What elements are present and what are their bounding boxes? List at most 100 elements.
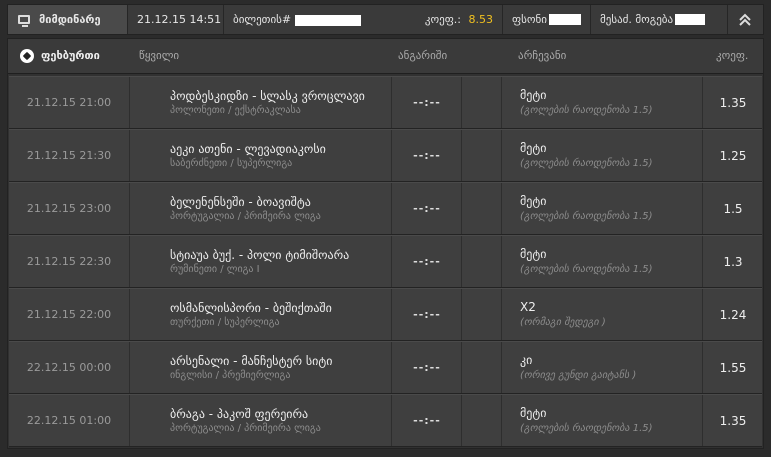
current-tab-label: მიმდინარე (39, 13, 101, 26)
table-row: 22.12.15 01:00 ბრაგა - პაკოშ ფერეირა პორ… (9, 394, 762, 447)
event-league: პორტუგალია / პრიმეირა ლიგა (170, 422, 321, 434)
row-datetime: 22.12.15 01:00 (26, 414, 112, 427)
selection-name: მეტი (520, 247, 547, 261)
selection-detail: (გოლების რაოდენობა 1.5) (520, 105, 653, 116)
row-datetime: 21.12.15 23:00 (26, 202, 112, 215)
table-row: 21.12.15 22:00 ოსმანლისპორი - ბეშიქთაში … (9, 288, 762, 341)
row-odds: 1.55 (702, 342, 763, 393)
row-event: ბელენენსეში - ბოავიშტა პორტუგალია / პრიმ… (129, 183, 392, 234)
row-odds: 1.24 (702, 289, 763, 340)
event-league: თურქეთი / სუპერლიგა (170, 316, 280, 328)
selection-column-header: არჩევანი (518, 49, 567, 62)
row-datetime: 21.12.15 21:00 (26, 96, 112, 109)
ticket-summary-bar: მიმდინარე 21.12.15 14:51 ბილეთის# კოეფ.:… (7, 4, 764, 35)
row-odds: 1.5 (702, 183, 763, 234)
row-event: სტიაუა ბუქ. - პოლი ტიმიშოარა რუმინეთი / … (129, 236, 392, 287)
ticket-date: 21.12.15 14:51 (128, 5, 224, 34)
row-selection: მეტი (გოლების რაოდენობა 1.5) (501, 77, 703, 128)
double-chevron-up-icon (738, 13, 751, 26)
selection-name: კი (520, 353, 533, 367)
event-name: ბელენენსეში - ბოავიშტა (170, 194, 311, 209)
selection-detail: (გოლების რაოდენობა 1.5) (520, 158, 653, 169)
soccer-ball-icon (20, 49, 34, 63)
row-score: --:-- (391, 77, 462, 128)
row-spacer (461, 236, 502, 287)
event-league: პოლონეთი / ექსტრაკლასა (170, 104, 301, 116)
row-selection: მეტი (გოლების რაოდენობა 1.5) (501, 183, 703, 234)
redacted-stake (548, 14, 581, 25)
table-row: 21.12.15 23:00 ბელენენსეში - ბოავიშტა პო… (9, 182, 762, 235)
selection-name: მეტი (520, 141, 547, 155)
row-score: --:-- (391, 183, 462, 234)
total-coef-value: 8.53 (468, 13, 494, 26)
row-event: ბრაგა - პაკოშ ფერეირა პორტუგალია / პრიმე… (129, 395, 392, 446)
event-league: საბერძნეთი / სუპერლიგა (170, 157, 293, 169)
event-name: სტიაუა ბუქ. - პოლი ტიმიშოარა (170, 247, 350, 262)
table-row: 22.12.15 00:00 არსენალი - მანჩესტერ სიტი… (9, 341, 762, 394)
selection-name: მეტი (520, 194, 547, 208)
row-spacer (461, 130, 502, 181)
event-name: აეკი ათენი - ლევადიაკოსი (170, 141, 326, 156)
ticket-info: ბილეთის# კოეფ.: 8.53 (224, 5, 503, 34)
current-tab[interactable]: მიმდინარე (8, 5, 128, 34)
row-odds: 1.35 (702, 77, 763, 128)
table-row: 21.12.15 21:00 პოდბესკიდზი - სლასკ ვროცლ… (9, 76, 762, 129)
row-spacer (461, 289, 502, 340)
selection-detail: (გოლების რაოდენობა 1.5) (520, 264, 653, 275)
row-score: --:-- (391, 289, 462, 340)
row-score: --:-- (391, 395, 462, 446)
row-datetime: 22.12.15 00:00 (26, 361, 112, 374)
selection-detail: (გოლების რაოდენობა 1.5) (520, 423, 653, 434)
row-odds: 1.3 (702, 236, 763, 287)
row-selection: მეტი (გოლების რაოდენობა 1.5) (501, 395, 703, 446)
selection-detail: (ორივე გუნდი გაიტანს ) (520, 370, 637, 381)
row-selection: X2 (ორმაგი შედეგი ) (501, 289, 703, 340)
selection-detail: (გოლების რაოდენობა 1.5) (520, 211, 653, 222)
odds-column-header: კოეფ. (716, 49, 749, 62)
row-spacer (461, 342, 502, 393)
sport-header: ფეხბურთი (20, 39, 100, 73)
event-league: რუმინეთი / ლიგა I (170, 263, 260, 275)
row-event: არსენალი - მანჩესტერ სიტი ინგლისი / პრემ… (129, 342, 392, 393)
row-selection: კი (ორივე გუნდი გაიტანს ) (501, 342, 703, 393)
row-spacer (461, 183, 502, 234)
row-selection: მეტი (გოლების რაოდენობა 1.5) (501, 236, 703, 287)
event-name: არსენალი - მანჩესტერ სიტი (170, 353, 333, 368)
selection-name: X2 (520, 300, 536, 314)
row-score: --:-- (391, 130, 462, 181)
row-selection: მეტი (გოლების რაოდენობა 1.5) (501, 130, 703, 181)
selection-name: მეტი (520, 88, 547, 102)
row-odds: 1.25 (702, 130, 763, 181)
event-name: ოსმანლისპორი - ბეშიქთაში (170, 300, 332, 315)
redacted-ticket-number (294, 14, 361, 26)
event-name: ბრაგა - პაკოშ ფერეირა (170, 406, 309, 421)
row-score: --:-- (391, 342, 462, 393)
events-table: ფეხბურთი წყვილი ანგარიში არჩევანი კოეფ. … (7, 38, 764, 449)
possible-winnings-info: მესაძ. მოგება (591, 5, 728, 34)
score-column-header: ანგარიში (398, 49, 448, 62)
table-row: 21.12.15 21:30 აეკი ათენი - ლევადიაკოსი … (9, 129, 762, 182)
bet-ticket-app: მიმდინარე 21.12.15 14:51 ბილეთის# კოეფ.:… (0, 0, 771, 457)
winnings-label: მესაძ. მოგება (600, 13, 674, 26)
row-score: --:-- (391, 236, 462, 287)
row-event: აეკი ათენი - ლევადიაკოსი საბერძნეთი / სუ… (129, 130, 392, 181)
coef-label: კოეფ.: (424, 13, 461, 26)
ticket-number-label: ბილეთის# (233, 13, 292, 26)
sport-label: ფეხბურთი (41, 49, 100, 62)
row-event: პოდბესკიდზი - სლასკ ვროცლავი პოლონეთი / … (129, 77, 392, 128)
row-odds: 1.35 (702, 395, 763, 446)
row-datetime: 21.12.15 21:30 (26, 149, 112, 162)
stake-label: ფსონი (512, 13, 547, 26)
selection-name: მეტი (520, 406, 547, 420)
monitor-icon (18, 15, 30, 27)
event-league: ინგლისი / პრემიერლიგა (170, 369, 291, 381)
row-datetime: 21.12.15 22:30 (26, 255, 112, 268)
table-row: 21.12.15 22:30 სტიაუა ბუქ. - პოლი ტიმიშო… (9, 235, 762, 288)
event-league: პორტუგალია / პრიმეირა ლიგა (170, 210, 321, 222)
collapse-button[interactable] (728, 5, 761, 34)
selection-detail: (ორმაგი შედეგი ) (520, 317, 606, 328)
stake-info: ფსონი (503, 5, 591, 34)
row-spacer (461, 77, 502, 128)
event-column-header: წყვილი (139, 49, 180, 62)
event-name: პოდბესკიდზი - სლასკ ვროცლავი (170, 88, 365, 103)
